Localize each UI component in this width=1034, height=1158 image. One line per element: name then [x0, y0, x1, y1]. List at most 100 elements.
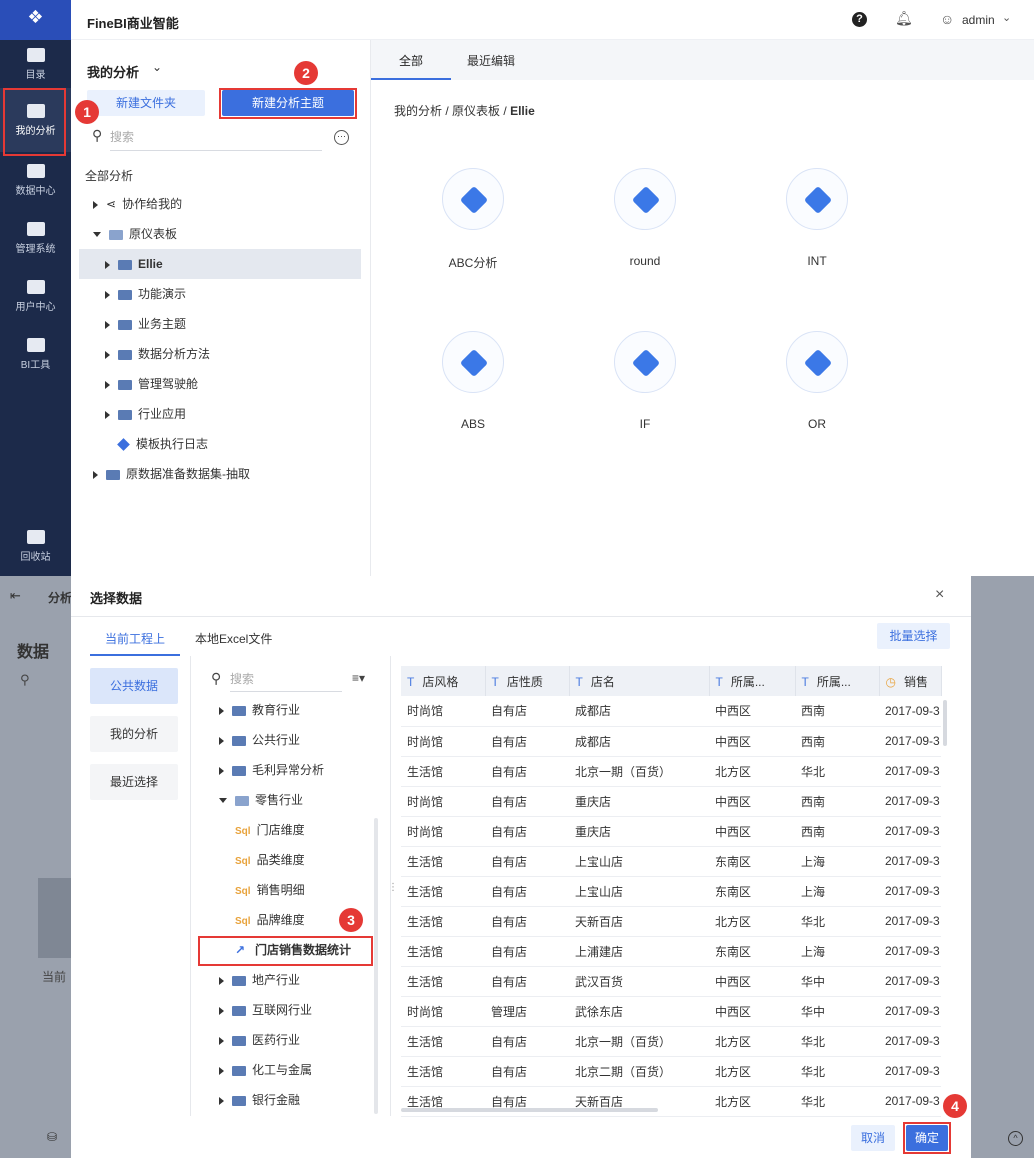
logo-icon[interactable]: ❖ [0, 0, 71, 40]
scrollbar[interactable] [943, 700, 947, 746]
table-row[interactable]: 生活馆 自有店 北京一期（百货） 北方区 华北 2017-09-3 [401, 756, 941, 787]
tree-item-feature-demo[interactable]: 功能演示 [79, 279, 361, 309]
tree-item-sql[interactable]: Sql 销售明细 [219, 875, 369, 905]
breadcrumb-item[interactable]: 我的分析 [394, 104, 442, 118]
bell-icon[interactable]: 🔔︎ [895, 10, 913, 27]
tree-item-data-prep[interactable]: 原数据准备数据集-抽取 [79, 459, 361, 489]
table-cell: 2017-09-3 [879, 906, 941, 937]
table-row[interactable]: 生活馆 自有店 上宝山店 东南区 上海 2017-09-3 [401, 846, 941, 877]
table-cell: 生活馆 [401, 756, 485, 787]
nav-user-center[interactable]: 用户中心 [0, 280, 71, 313]
topic-card[interactable]: INT [757, 168, 877, 268]
cancel-button[interactable]: 取消 [851, 1125, 895, 1151]
table-cell: 自有店 [485, 846, 569, 877]
tree-item[interactable]: 化工与金属 [219, 1055, 369, 1085]
table-row[interactable]: 生活馆 自有店 天新百店 北方区 华北 2017-09-3 [401, 906, 941, 937]
tree-item-business-topic[interactable]: 业务主题 [79, 309, 361, 339]
table-row[interactable]: 时尚馆 自有店 重庆店 中西区 西南 2017-09-3 [401, 786, 941, 817]
table-row[interactable]: 时尚馆 自有店 重庆店 中西区 西南 2017-09-3 [401, 816, 941, 847]
search-input[interactable]: 搜索 [230, 666, 342, 692]
table-row[interactable]: 生活馆 自有店 上浦建店 东南区 上海 2017-09-3 [401, 936, 941, 967]
help-icon[interactable]: ? [852, 12, 867, 27]
nav-data-center[interactable]: 数据中心 [0, 164, 71, 197]
table-row[interactable]: 生活馆 自有店 上宝山店 东南区 上海 2017-09-3 [401, 876, 941, 907]
tab-recent[interactable]: 最近编辑 [467, 52, 515, 69]
tab-local-excel[interactable]: 本地Excel文件 [195, 630, 272, 647]
tree-item[interactable]: 地产行业 [219, 965, 369, 995]
tree-item[interactable]: 零售行业 [219, 785, 369, 815]
column-header[interactable]: T 所属... [795, 666, 880, 696]
tree-item[interactable]: 互联网行业 [219, 995, 369, 1025]
tree-item[interactable]: 公共行业 [219, 725, 369, 755]
nav-recycle-bin[interactable]: 回收站 [0, 530, 71, 563]
chevron-down-icon[interactable]: ⌄ [1002, 11, 1011, 24]
topic-card[interactable]: round [585, 168, 705, 268]
column-header[interactable]: ◷ 销售 [879, 666, 942, 696]
nav-recent[interactable]: 最近选择 [90, 764, 178, 800]
breadcrumb-item[interactable]: 原仪表板 [452, 104, 500, 118]
column-header[interactable]: T 所属... [709, 666, 796, 696]
nav-my-analysis[interactable]: 我的分析 [90, 716, 178, 752]
analysis-tab[interactable]: 分析 [48, 589, 72, 606]
column-header[interactable]: T 店性质 [485, 666, 570, 696]
nav-bi-tools[interactable]: BI工具 [0, 338, 71, 371]
table-cell: 上海 [795, 936, 879, 967]
panel-title[interactable]: 我的分析 [87, 62, 139, 81]
exit-icon[interactable]: ⇤ [10, 588, 21, 604]
step-badge: 1 [75, 100, 99, 124]
divider [71, 616, 971, 617]
text-type-icon: T [715, 674, 723, 689]
nav-public-data[interactable]: 公共数据 [90, 668, 178, 704]
user-icon [26, 280, 45, 294]
tree-item-cockpit[interactable]: 管理驾驶舱 [79, 369, 361, 399]
tab-all[interactable]: 全部 [399, 52, 423, 69]
column-header[interactable]: T 店风格 [401, 666, 486, 696]
tree-item-shared[interactable]: ⋖ 协作给我的 [79, 189, 361, 219]
all-analysis-label[interactable]: 全部分析 [85, 167, 133, 184]
tree-item-industry[interactable]: 行业应用 [79, 399, 361, 429]
nav-management[interactable]: 管理系统 [0, 222, 71, 255]
tree-item[interactable]: 教育行业 [219, 695, 369, 725]
tree-item-ellie[interactable]: Ellie [79, 249, 361, 279]
tree-item[interactable]: 银行金融 [219, 1085, 369, 1115]
tree-item-dashboard[interactable]: 原仪表板 [79, 219, 361, 249]
table-row[interactable]: 时尚馆 自有店 成都店 中西区 西南 2017-09-3 [401, 696, 941, 727]
tree-item-sql[interactable]: Sql 门店维度 [219, 815, 369, 845]
topic-card[interactable]: ABC分析 [413, 168, 533, 271]
tree-item-analysis-methods[interactable]: 数据分析方法 [79, 339, 361, 369]
tree-item-sql[interactable]: Sql 品类维度 [219, 845, 369, 875]
collapse-icon[interactable]: ^ [1008, 1131, 1023, 1146]
batch-select-button[interactable]: 批量选择 [877, 623, 950, 649]
column-header[interactable]: T 店名 [569, 666, 710, 696]
folder-icon [106, 469, 120, 480]
username[interactable]: admin [962, 13, 995, 27]
table-row[interactable]: 生活馆 自有店 武汉百货 中西区 华中 2017-09-3 [401, 966, 941, 997]
search-input[interactable]: 搜索 [110, 123, 322, 151]
new-folder-button[interactable]: 新建文件夹 [87, 90, 205, 116]
table-cell: 东南区 [709, 936, 795, 967]
placeholder-graphic [38, 878, 72, 958]
table-cell: 生活馆 [401, 906, 485, 937]
table-cell: 成都店 [569, 726, 709, 757]
topic-card[interactable]: OR [757, 331, 877, 431]
scrollbar[interactable] [374, 818, 378, 1114]
table-row[interactable]: 生活馆 自有店 北京二期（百货） 北方区 华北 2017-09-3 [401, 1056, 941, 1087]
close-icon[interactable]: × [935, 586, 944, 604]
tree-item[interactable]: 医药行业 [219, 1025, 369, 1055]
table-row[interactable]: 时尚馆 自有店 成都店 中西区 西南 2017-09-3 [401, 726, 941, 757]
topic-card[interactable]: IF [585, 331, 705, 431]
filter-icon[interactable]: ≡▾ [352, 671, 365, 685]
topic-card[interactable]: ABS [413, 331, 533, 431]
table-row[interactable]: 时尚馆 管理店 武徐东店 中西区 华中 2017-09-3 [401, 996, 941, 1027]
table-cell: 华中 [795, 966, 879, 997]
tree-item-template-log[interactable]: 模板执行日志 [79, 429, 361, 459]
share-icon: ⋖ [106, 197, 117, 211]
scrollbar[interactable] [401, 1108, 658, 1112]
tab-current-project[interactable]: 当前工程上 [105, 630, 165, 647]
table-row[interactable]: 生活馆 自有店 北京一期（百货） 北方区 华北 2017-09-3 [401, 1026, 941, 1057]
tree-item[interactable]: 毛利异常分析 [219, 755, 369, 785]
nav-catalog[interactable]: 目录 [0, 48, 71, 81]
chevron-down-icon[interactable]: ⌄ [152, 60, 162, 74]
more-icon[interactable]: ··· [334, 130, 349, 145]
table-cell: 华北 [795, 756, 879, 787]
